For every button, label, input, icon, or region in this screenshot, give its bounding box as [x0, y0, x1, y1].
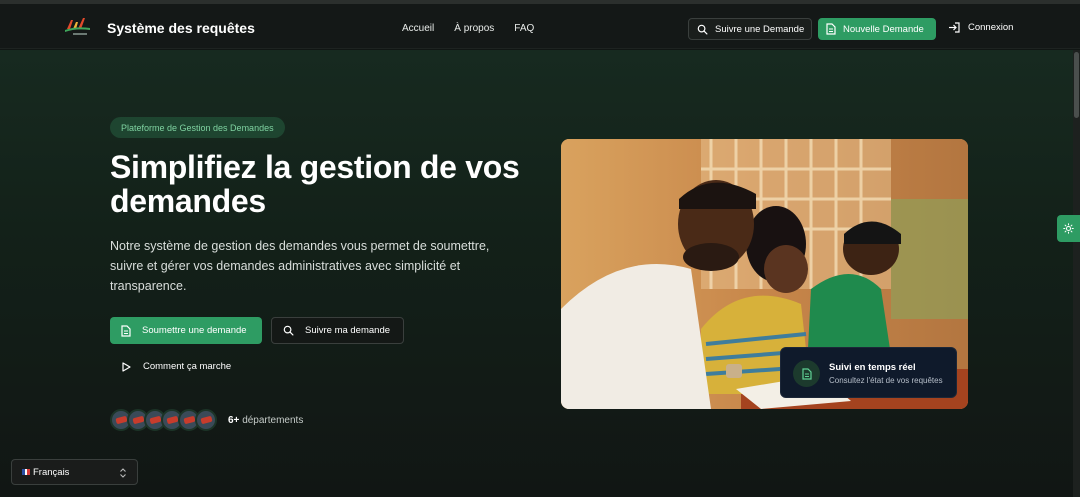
- nav-link-about[interactable]: À propos: [454, 23, 494, 34]
- submit-request-label: Soumettre une demande: [142, 325, 247, 336]
- chevron-updown-icon: [119, 468, 127, 478]
- navbar: Système des requêtes Accueil À propos FA…: [0, 4, 1080, 49]
- login-icon: [948, 22, 960, 33]
- department-avatars: [110, 409, 217, 431]
- how-it-works-link[interactable]: Comment ça marche: [122, 361, 231, 372]
- main-nav: Accueil À propos FAQ: [402, 23, 534, 34]
- realtime-tracking-card: Suivi en temps réel Consultez l'état de …: [780, 347, 957, 398]
- document-icon: [121, 324, 131, 337]
- new-request-button[interactable]: Nouvelle Demande: [818, 18, 936, 40]
- nav-link-home[interactable]: Accueil: [402, 23, 434, 34]
- departments-count: 6+ départements: [228, 415, 303, 426]
- track-request-button[interactable]: Suivre une Demande: [688, 18, 812, 40]
- nav-link-faq[interactable]: FAQ: [514, 23, 534, 34]
- flag-icon: [22, 469, 31, 475]
- hero-title: Simplifiez la gestion de vos demandes: [110, 149, 520, 219]
- language-select[interactable]: Français: [11, 459, 138, 485]
- submit-request-button[interactable]: Soumettre une demande: [110, 317, 262, 344]
- search-icon: [283, 325, 294, 336]
- how-it-works-label: Comment ça marche: [143, 361, 232, 372]
- document-icon: [793, 360, 820, 387]
- card-subtitle: Consultez l'état de vos requêtes: [829, 376, 943, 385]
- theme-toggle-button[interactable]: [1057, 215, 1080, 242]
- app-title: Système des requêtes: [107, 20, 255, 36]
- hero-description: Notre système de gestion des demandes vo…: [110, 239, 490, 293]
- department-logo: [195, 409, 217, 431]
- departments-number: 6+: [228, 415, 240, 426]
- follow-request-label: Suivre ma demande: [305, 325, 391, 336]
- card-title: Suivi en temps réel: [829, 362, 916, 373]
- search-icon: [697, 24, 708, 35]
- login-label: Connexion: [968, 22, 1014, 33]
- track-request-label: Suivre une Demande: [715, 23, 805, 35]
- play-icon: [122, 361, 131, 372]
- login-button[interactable]: Connexion: [948, 22, 1013, 33]
- scrollbar-thumb[interactable]: [1074, 52, 1079, 118]
- logo[interactable]: [64, 16, 92, 38]
- sun-icon: [1063, 223, 1074, 234]
- language-selected: Français: [33, 466, 70, 478]
- new-request-label: Nouvelle Demande: [843, 23, 924, 35]
- departments-label: départements: [242, 415, 304, 426]
- document-icon: [826, 23, 836, 35]
- hero-badge: Plateforme de Gestion des Demandes: [110, 117, 285, 138]
- follow-request-button[interactable]: Suivre ma demande: [271, 317, 404, 344]
